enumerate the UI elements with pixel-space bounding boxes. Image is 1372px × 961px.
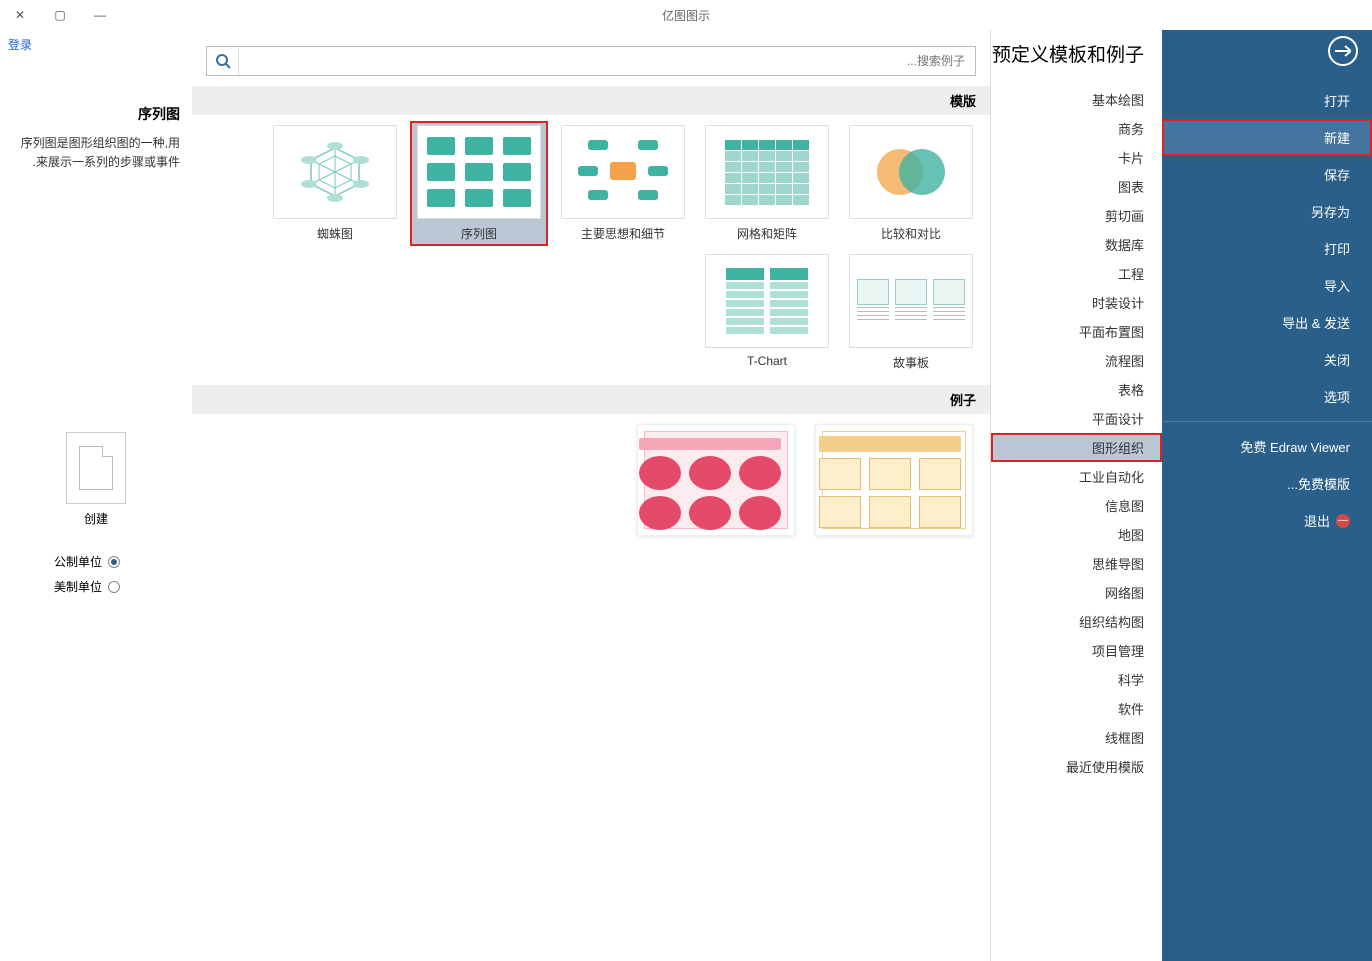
sidebar-item[interactable]: 另存为 xyxy=(1162,193,1372,230)
category-item[interactable]: 流程图 xyxy=(991,346,1162,375)
category-item[interactable]: 剪切画 xyxy=(991,201,1162,230)
examples-grid xyxy=(192,414,990,550)
template-item[interactable]: 网格和矩阵 xyxy=(698,121,836,246)
sidebar-item[interactable]: 导出 & 发送 xyxy=(1162,304,1372,341)
category-item[interactable]: 科学 xyxy=(991,665,1162,694)
category-item[interactable]: 平面设计 xyxy=(991,404,1162,433)
sidebar-item-label: 退出 xyxy=(1304,511,1330,530)
template-item[interactable]: 蜘蛛图 xyxy=(266,121,404,246)
category-item[interactable]: 工业自动化 xyxy=(991,462,1162,491)
category-item[interactable]: 思维导图 xyxy=(991,549,1162,578)
sidebar-item[interactable]: 选项 xyxy=(1162,378,1372,415)
radio-metric[interactable]: 公制单位 xyxy=(54,553,120,570)
category-item[interactable]: 线框图 xyxy=(991,723,1162,752)
app-title: 亿图图示 xyxy=(0,7,1372,24)
gallery-column: 模版 比较和对比 网格和矩阵 主要思想和细节 序列图 蜘蛛图故事板 T-Chart 例子 xyxy=(192,30,990,961)
section-templates: 模版 xyxy=(192,86,990,115)
example-thumb xyxy=(815,424,973,536)
new-page-icon xyxy=(79,446,113,490)
templates-grid: 比较和对比 网格和矩阵 主要思想和细节 序列图 蜘蛛图故事板 T-Chart xyxy=(192,115,990,385)
search-box xyxy=(206,46,976,76)
category-item[interactable]: 数据库 xyxy=(991,230,1162,259)
example-item[interactable] xyxy=(630,420,802,540)
template-item[interactable]: 故事板 xyxy=(842,250,980,375)
exit-icon: — xyxy=(1336,514,1350,528)
sidebar-item[interactable]: 导入 xyxy=(1162,267,1372,304)
category-item[interactable]: 地图 xyxy=(991,520,1162,549)
category-item[interactable]: 平面布置图 xyxy=(991,317,1162,346)
category-item[interactable]: 信息图 xyxy=(991,491,1162,520)
section-examples: 例子 xyxy=(192,385,990,414)
category-item[interactable]: 工程 xyxy=(991,259,1162,288)
sidebar-item[interactable]: 打开 xyxy=(1162,82,1372,119)
sidebar-item[interactable]: 保存 xyxy=(1162,156,1372,193)
maximize-button[interactable]: ▢ xyxy=(46,5,74,25)
create-button[interactable] xyxy=(66,432,126,504)
sidebar-item[interactable]: 免费 Edraw Viewer xyxy=(1162,428,1372,465)
sidebar-item[interactable]: 新建 xyxy=(1162,119,1372,156)
sidebar: 打开新建保存另存为打印导入导出 & 发送关闭选项 免费 Edraw Viewer… xyxy=(1162,30,1372,961)
category-column: 预定义模板和例子 基本绘图商务卡片图表剪切画数据库工程时装设计平面布置图流程图表… xyxy=(990,30,1162,961)
sidebar-item[interactable]: 免费模版... xyxy=(1162,465,1372,502)
close-button[interactable]: ✕ xyxy=(6,5,34,25)
minimize-button[interactable]: — xyxy=(86,5,114,25)
template-thumb xyxy=(705,125,829,219)
template-label: T-Chart xyxy=(747,354,787,368)
template-label: 比较和对比 xyxy=(881,225,941,242)
category-item[interactable]: 网络图 xyxy=(991,578,1162,607)
sidebar-item[interactable]: 关闭 xyxy=(1162,341,1372,378)
radio-label: 公制单位 xyxy=(54,553,102,570)
template-thumb xyxy=(561,125,685,219)
category-item[interactable]: 软件 xyxy=(991,694,1162,723)
template-thumb xyxy=(273,125,397,219)
search-input[interactable] xyxy=(239,47,975,75)
template-item[interactable]: 比较和对比 xyxy=(842,121,980,246)
sidebar-item-exit[interactable]: — 退出 xyxy=(1162,502,1372,539)
template-label: 网格和矩阵 xyxy=(737,225,797,242)
preview-description: 序列图是图形组织图的一种,用来展示一系列的步骤或事件. xyxy=(12,134,180,172)
template-label: 故事板 xyxy=(893,354,929,371)
radio-label: 美制单位 xyxy=(54,578,102,595)
preview-column: 登录 序列图 序列图是图形组织图的一种,用来展示一系列的步骤或事件. 创建 公制… xyxy=(0,30,192,961)
create-label: 创建 xyxy=(84,510,108,527)
template-item[interactable]: 序列图 xyxy=(410,121,548,246)
template-thumb xyxy=(849,125,973,219)
search-icon xyxy=(215,53,231,69)
radio-icon xyxy=(108,556,120,568)
login-link[interactable]: 登录 xyxy=(8,36,32,53)
category-item[interactable]: 表格 xyxy=(991,375,1162,404)
radio-icon xyxy=(108,581,120,593)
example-item[interactable] xyxy=(808,420,980,540)
category-item[interactable]: 项目管理 xyxy=(991,636,1162,665)
example-thumb xyxy=(637,424,795,536)
back-arrow-icon[interactable] xyxy=(1328,36,1358,66)
template-thumb xyxy=(849,254,973,348)
template-item[interactable]: 主要思想和细节 xyxy=(554,121,692,246)
content: 预定义模板和例子 基本绘图商务卡片图表剪切画数据库工程时装设计平面布置图流程图表… xyxy=(0,30,1162,961)
template-label: 蜘蛛图 xyxy=(317,225,353,242)
create-area: 创建 公制单位 美制单位 xyxy=(12,432,180,595)
category-item[interactable]: 商务 xyxy=(991,114,1162,143)
search-button[interactable] xyxy=(207,47,239,75)
template-label: 序列图 xyxy=(461,225,497,242)
category-item[interactable]: 图表 xyxy=(991,172,1162,201)
sidebar-separator xyxy=(1162,421,1372,422)
preview-title: 序列图 xyxy=(12,104,180,124)
radio-us[interactable]: 美制单位 xyxy=(54,578,120,595)
main: 打开新建保存另存为打印导入导出 & 发送关闭选项 免费 Edraw Viewer… xyxy=(0,30,1372,961)
template-label: 主要思想和细节 xyxy=(581,225,665,242)
category-item[interactable]: 时装设计 xyxy=(991,288,1162,317)
template-item[interactable]: T-Chart xyxy=(698,250,836,375)
titlebar: 亿图图示 — ▢ ✕ xyxy=(0,0,1372,30)
category-item[interactable]: 基本绘图 xyxy=(991,85,1162,114)
category-heading: 预定义模板和例子 xyxy=(991,40,1162,85)
category-item[interactable]: 图形组织 xyxy=(991,433,1162,462)
category-item[interactable]: 卡片 xyxy=(991,143,1162,172)
template-thumb xyxy=(417,125,541,219)
category-item[interactable]: 最近使用模版 xyxy=(991,752,1162,781)
category-item[interactable]: 组织结构图 xyxy=(991,607,1162,636)
sidebar-item[interactable]: 打印 xyxy=(1162,230,1372,267)
template-thumb xyxy=(705,254,829,348)
